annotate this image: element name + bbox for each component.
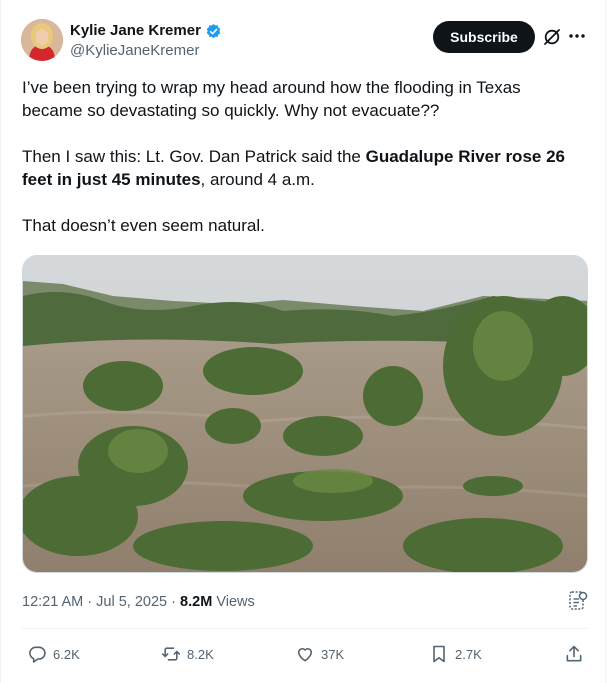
bookmark-icon — [433, 645, 445, 663]
heart-icon — [297, 648, 313, 662]
bookmark-button[interactable]: 2.7K — [429, 644, 482, 664]
verified-badge-icon — [206, 23, 221, 38]
more-icon[interactable] — [567, 26, 587, 46]
post-date[interactable]: Jul 5, 2025 — [96, 594, 167, 610]
repost-button[interactable]: 8.2K — [161, 644, 214, 664]
post-text: I’ve been trying to wrap my head around … — [22, 76, 582, 237]
grok-icon[interactable] — [542, 27, 562, 47]
share-button[interactable] — [564, 644, 584, 664]
views-count: 8.2M — [180, 594, 213, 610]
post-paragraph-3: That doesn’t even seem natural. — [22, 216, 265, 235]
reply-button[interactable]: 6.2K — [27, 644, 80, 664]
post-time[interactable]: 12:21 AM — [22, 594, 83, 610]
post-paragraph-2: Then I saw this: Lt. Gov. Dan Patrick sa… — [22, 147, 565, 189]
divider — [22, 628, 588, 629]
repost-icon — [161, 647, 181, 661]
views-label: Views — [216, 594, 255, 610]
analytics-icon[interactable] — [568, 590, 589, 611]
avatar[interactable] — [21, 19, 63, 61]
post-paragraph-1: I’ve been trying to wrap my head around … — [22, 78, 521, 120]
subscribe-button[interactable]: Subscribe — [433, 21, 535, 53]
post-meta: 12:21 AM · Jul 5, 2025 · 8.2M Views — [22, 594, 255, 610]
post-image[interactable] — [22, 255, 588, 573]
like-count: 37K — [321, 646, 345, 662]
like-button[interactable]: 37K — [295, 644, 344, 664]
bookmark-count: 2.7K — [455, 646, 482, 662]
tweet-card: Kylie Jane Kremer @KylieJaneKremer Subsc… — [0, 0, 606, 683]
reply-count: 6.2K — [53, 646, 80, 662]
author-handle[interactable]: @KylieJaneKremer — [70, 42, 199, 60]
author-name[interactable]: Kylie Jane Kremer — [70, 22, 222, 40]
reply-icon — [29, 646, 46, 663]
share-icon — [566, 645, 582, 662]
repost-count: 8.2K — [187, 646, 214, 662]
